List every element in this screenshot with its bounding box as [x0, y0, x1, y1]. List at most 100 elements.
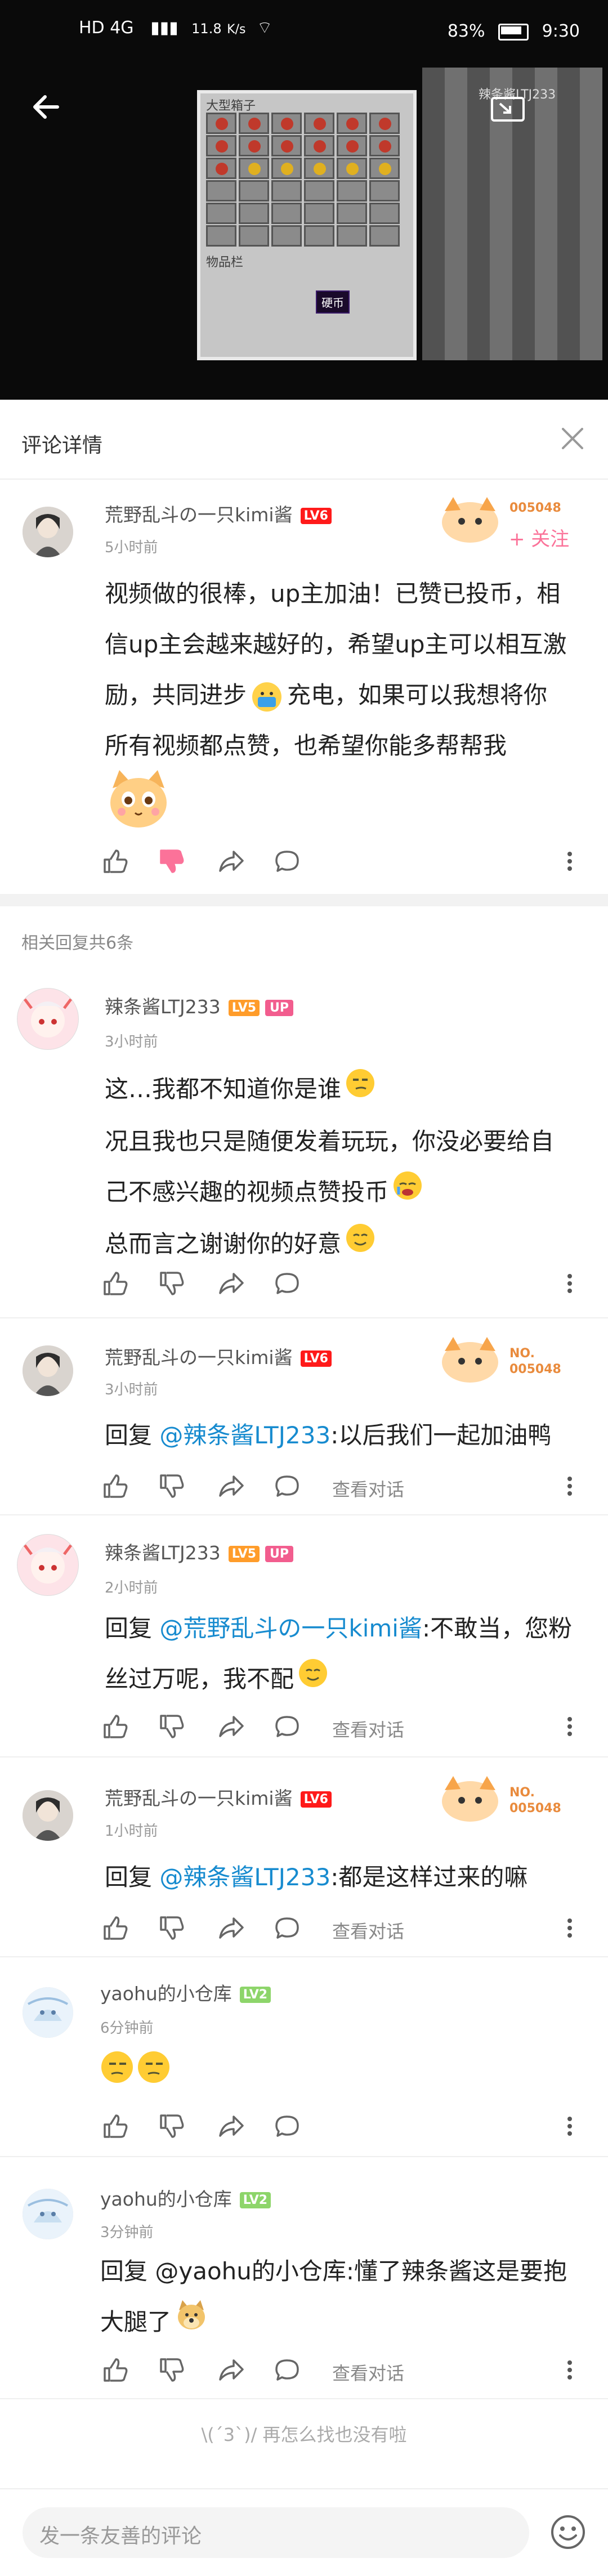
inventory-slot: [337, 135, 367, 156]
reply-prefix: 回复: [105, 1615, 153, 1642]
more-vertical-icon[interactable]: [566, 1269, 574, 1298]
comment-line-with-emoji: 励，共同进步 充电，如果可以我想将你: [105, 670, 589, 721]
inventory-slot: [206, 113, 236, 134]
level-badge: LV6: [300, 1791, 332, 1808]
thumb-up-icon[interactable]: [101, 1712, 129, 1741]
inventory-slot: [206, 180, 236, 202]
comment-icon[interactable]: [273, 1472, 301, 1500]
inventory-slot: [369, 135, 400, 156]
mc-inventory-title: 物品栏: [206, 256, 244, 270]
reply-username[interactable]: yaohu的小仓库 LV2: [100, 2184, 271, 2211]
comment-icon[interactable]: [273, 1269, 301, 1298]
share-icon[interactable]: [217, 2112, 245, 2140]
reply-emojis: [100, 2049, 173, 2087]
more-vertical-icon[interactable]: [566, 2356, 574, 2384]
inventory-slot: [337, 203, 367, 224]
view-conversation-link[interactable]: 查看对话: [332, 2359, 404, 2385]
username-text: yaohu的小仓库: [100, 1983, 232, 2005]
more-vertical-icon[interactable]: [566, 1472, 574, 1500]
battery-icon: [498, 23, 529, 41]
avatar[interactable]: [23, 1790, 73, 1841]
level-badge: LV6: [300, 508, 332, 524]
thumb-up-icon[interactable]: [101, 1472, 129, 1500]
share-icon[interactable]: [217, 1712, 245, 1741]
thumb-up-icon[interactable]: [101, 1914, 129, 1942]
mention-link[interactable]: @荒野乱斗の一只kimi酱: [159, 1615, 422, 1642]
more-vertical-icon[interactable]: [566, 847, 574, 875]
comment-input[interactable]: 发一条友善的评论: [23, 2507, 529, 2558]
share-icon[interactable]: [217, 1269, 245, 1298]
avatar[interactable]: [23, 2189, 73, 2239]
comment-icon[interactable]: [273, 2112, 301, 2140]
thumb-up-icon[interactable]: [101, 2356, 129, 2384]
fan-number: 005048: [509, 1801, 561, 1815]
thumb-down-icon[interactable]: [158, 1269, 186, 1298]
reply-line: 己不感兴趣的视频点赞投币: [105, 1167, 589, 1219]
share-icon[interactable]: [217, 1472, 245, 1500]
avatar[interactable]: [17, 1534, 79, 1596]
reply-line: 总而言之谢谢你的好意: [105, 1219, 589, 1271]
pip-icon[interactable]: [490, 96, 529, 124]
follow-button[interactable]: + 关注: [509, 524, 569, 551]
up-badge: UP: [265, 1000, 294, 1016]
thumb-down-icon[interactable]: [158, 847, 186, 875]
inventory-slot: [271, 135, 302, 156]
more-vertical-icon[interactable]: [566, 1914, 574, 1942]
share-icon[interactable]: [217, 1914, 245, 1942]
reply-prefix: 回复: [100, 2257, 148, 2285]
inventory-slot: [239, 158, 269, 179]
mention-link[interactable]: @辣条酱LTJ233: [159, 1421, 330, 1449]
inventory-slot: [369, 225, 400, 247]
thumb-down-icon[interactable]: [158, 2112, 186, 2140]
view-conversation-link[interactable]: 查看对话: [332, 1475, 404, 1501]
reply-username[interactable]: 辣条酱LTJ233 LV5 UP: [105, 1538, 294, 1565]
avatar[interactable]: [23, 1345, 73, 1396]
thumb-down-icon[interactable]: [158, 1712, 186, 1741]
close-icon[interactable]: [558, 424, 587, 453]
level-badge: LV5: [228, 1000, 260, 1016]
avatar[interactable]: [23, 507, 73, 557]
more-vertical-icon[interactable]: [566, 1712, 574, 1741]
inventory-slot: [304, 180, 334, 202]
view-conversation-link[interactable]: 查看对话: [332, 1917, 404, 1943]
inventory-slot: [337, 180, 367, 202]
related-replies-count: 相关回复共6条: [21, 933, 134, 953]
comment-icon[interactable]: [273, 1712, 301, 1741]
avatar[interactable]: [23, 1987, 73, 2038]
comment-icon[interactable]: [273, 1914, 301, 1942]
fan-number-label: NO.: [509, 1786, 535, 1800]
reply-body: 回复 @辣条酱LTJ233:以后我们一起加油鸭: [105, 1410, 589, 1461]
thumb-up-icon[interactable]: [101, 847, 129, 875]
thumb-up-icon[interactable]: [101, 2112, 129, 2140]
view-conversation-link[interactable]: 查看对话: [332, 1716, 404, 1742]
reply-username[interactable]: 荒野乱斗の一只kimi酱 LV6: [105, 1783, 332, 1810]
mc-chest-title: 大型箱子: [206, 99, 256, 113]
inventory-slot: [304, 225, 334, 247]
comment-icon[interactable]: [273, 847, 301, 875]
level-badge: LV2: [239, 1987, 271, 2003]
thumb-down-icon[interactable]: [158, 1472, 186, 1500]
more-vertical-icon[interactable]: [566, 2112, 574, 2140]
reply-username[interactable]: 荒野乱斗の一只kimi酱 LV6: [105, 1343, 332, 1370]
emoji-icon[interactable]: [549, 2513, 587, 2551]
share-icon[interactable]: [217, 847, 245, 875]
comment-icon[interactable]: [273, 2356, 301, 2384]
avatar[interactable]: [17, 988, 79, 1050]
thumb-down-icon[interactable]: [158, 2356, 186, 2384]
sticker-cat-icon: [105, 766, 172, 833]
share-icon[interactable]: [217, 2356, 245, 2384]
comment-username[interactable]: 荒野乱斗の一只kimi酱 LV6: [105, 500, 332, 527]
inventory-slot: [271, 158, 302, 179]
thumb-up-icon[interactable]: [101, 1269, 129, 1298]
reply-time: 3小时前: [105, 1381, 158, 1398]
back-arrow-icon[interactable]: [29, 90, 63, 124]
reply-text: :懂了辣条酱这是要抱: [346, 2257, 567, 2285]
comment-detail-header: 评论详情: [0, 400, 608, 480]
comment-time: 5小时前: [105, 539, 158, 556]
thumb-down-icon[interactable]: [158, 1914, 186, 1942]
reply-username[interactable]: 辣条酱LTJ233 LV5 UP: [105, 992, 294, 1019]
reply-line: 况且我也只是随便发着玩玩，你没必要给自: [105, 1127, 555, 1155]
mention-link[interactable]: @辣条酱LTJ233: [159, 1863, 330, 1891]
level-badge: LV5: [228, 1546, 260, 1562]
reply-username[interactable]: yaohu的小仓库 LV2: [100, 1979, 271, 2006]
